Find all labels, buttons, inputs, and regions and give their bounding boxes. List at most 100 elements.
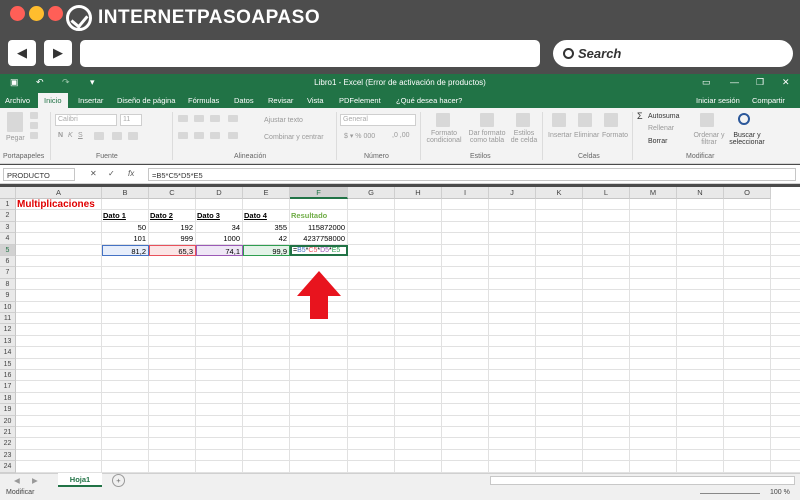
table-format-button[interactable]: Dar formato como tabla [466, 130, 508, 144]
underline-icon[interactable]: S [78, 132, 83, 139]
row-header-16[interactable]: 16 [0, 370, 16, 382]
cell-header-3[interactable]: Dato 3 [197, 210, 240, 221]
column-header-i[interactable]: I [442, 187, 489, 199]
row-header-8[interactable]: 8 [0, 278, 16, 291]
fill-button[interactable]: Rellenar [648, 125, 674, 132]
row-header-12[interactable]: 12 [0, 324, 16, 336]
font-name-select[interactable]: Calibri [55, 114, 117, 126]
insert-function-icon[interactable]: fx [128, 169, 134, 178]
ribbon-display-icon[interactable]: ▭ [702, 77, 711, 88]
column-header-f[interactable]: F [290, 187, 348, 199]
row-header-13[interactable]: 13 [0, 335, 16, 348]
cell-header-4[interactable]: Dato 4 [244, 210, 287, 221]
format-cells-button[interactable]: Formato [602, 132, 628, 139]
new-sheet-icon[interactable]: + [112, 474, 125, 487]
delete-cells-button[interactable]: Eliminar [574, 132, 599, 139]
cell-row3-value[interactable]: 34 [197, 222, 240, 233]
row-header-11[interactable]: 11 [0, 313, 16, 325]
tab-revisar[interactable]: Revisar [268, 96, 293, 105]
tab-insertar[interactable]: Insertar [78, 96, 103, 105]
column-header-l[interactable]: L [583, 187, 630, 199]
row-header-21[interactable]: 21 [0, 427, 16, 439]
formula-input[interactable]: =B5*C5*D5*E5 [148, 168, 796, 181]
wrap-text-button[interactable]: Ajustar texto [264, 117, 303, 124]
tab-inicio[interactable]: Inicio [38, 93, 68, 108]
window-zoom-dot[interactable] [48, 6, 63, 21]
column-header-h[interactable]: H [395, 187, 442, 199]
align-middle-icon[interactable] [194, 115, 204, 122]
back-button[interactable]: ◀ [8, 40, 36, 66]
name-box[interactable]: PRODUCTO [3, 168, 75, 181]
column-header-b[interactable]: B [102, 187, 149, 199]
row-header-3[interactable]: 3 [0, 221, 16, 234]
tab-archivo[interactable]: Archivo [5, 96, 30, 105]
decimal-icon[interactable]: ,0 ,00 [392, 132, 410, 139]
row-header-23[interactable]: 23 [0, 449, 16, 462]
align-right-icon[interactable] [210, 132, 220, 139]
tab-diseno-pagina[interactable]: Diseño de página [117, 96, 175, 105]
insert-cells-button[interactable]: Insertar [548, 132, 572, 139]
search-box[interactable]: Search [553, 40, 793, 67]
fill-color-icon[interactable] [112, 132, 122, 140]
bold-icon[interactable]: N [58, 132, 63, 139]
merge-center-button[interactable]: Combinar y centrar [264, 134, 324, 141]
accounting-icon[interactable]: $ ▾ % 000 [344, 132, 375, 140]
scroll-left-icon[interactable]: ◀ [14, 476, 20, 485]
borders-icon[interactable] [94, 132, 104, 140]
row-header-19[interactable]: 19 [0, 404, 16, 416]
clear-button[interactable]: Borrar [648, 138, 667, 145]
row-header-18[interactable]: 18 [0, 392, 16, 405]
cell-row4-value[interactable]: 1000 [197, 233, 240, 244]
row-header-7[interactable]: 7 [0, 267, 16, 279]
row-header-4[interactable]: 4 [0, 233, 16, 245]
orientation-icon[interactable] [228, 115, 238, 122]
cut-icon[interactable] [30, 112, 38, 119]
autosum-button[interactable]: Autosuma [648, 113, 680, 120]
cell-row3-value[interactable]: 192 [150, 222, 193, 233]
restore-icon[interactable]: ❐ [756, 77, 764, 88]
format-painter-icon[interactable] [30, 132, 38, 139]
cell-row3-value[interactable]: 115872000 [291, 222, 345, 233]
row-header-17[interactable]: 17 [0, 381, 16, 393]
scroll-right-icon[interactable]: ▶ [32, 476, 38, 485]
column-header-g[interactable]: G [348, 187, 395, 199]
paste-icon[interactable] [7, 112, 23, 132]
window-minimize-dot[interactable] [29, 6, 44, 21]
column-header-c[interactable]: C [149, 187, 196, 199]
window-close-dot[interactable] [10, 6, 25, 21]
cell-row4-value[interactable]: 101 [103, 233, 146, 244]
select-all-corner[interactable] [0, 187, 16, 199]
column-header-o[interactable]: O [724, 187, 771, 199]
row-header-14[interactable]: 14 [0, 347, 16, 359]
tab-datos[interactable]: Datos [234, 96, 254, 105]
row-header-6[interactable]: 6 [0, 256, 16, 268]
align-top-icon[interactable] [178, 115, 188, 122]
cell-row4-value[interactable]: 42 [244, 233, 287, 244]
row-header-5[interactable]: 5 [0, 244, 16, 256]
row-header-9[interactable]: 9 [0, 290, 16, 302]
font-color-icon[interactable] [128, 132, 138, 140]
row-header-15[interactable]: 15 [0, 358, 16, 370]
cell-a1-title[interactable]: Multiplicaciones [17, 199, 157, 210]
cell-row5-value[interactable]: 99,9 [243, 244, 290, 256]
cancel-formula-icon[interactable]: ✕ [90, 169, 97, 178]
minimize-icon[interactable]: — [730, 77, 739, 87]
sort-filter-button[interactable]: Ordenar y filtrar [692, 132, 726, 146]
row-header-10[interactable]: 10 [0, 301, 16, 313]
cell-header-5[interactable]: Resultado [291, 210, 345, 221]
row-header-20[interactable]: 20 [0, 415, 16, 427]
address-bar[interactable] [80, 40, 540, 67]
cell-row4-value[interactable]: 999 [150, 233, 193, 244]
row-header-24[interactable]: 24 [0, 461, 16, 473]
column-header-j[interactable]: J [489, 187, 536, 199]
column-header-m[interactable]: M [630, 187, 677, 199]
forward-button[interactable]: ▶ [44, 40, 72, 66]
tab-vista[interactable]: Vista [307, 96, 324, 105]
tab-formulas[interactable]: Fórmulas [188, 96, 219, 105]
enter-formula-icon[interactable]: ✓ [108, 169, 115, 178]
row-header-1[interactable]: 1 [0, 199, 16, 211]
cell-row5-value[interactable]: 65,3 [149, 244, 196, 256]
row-header-22[interactable]: 22 [0, 438, 16, 450]
cell-header-1[interactable]: Dato 1 [103, 210, 146, 221]
cell-row4-value[interactable]: 4237758000 [291, 233, 345, 244]
